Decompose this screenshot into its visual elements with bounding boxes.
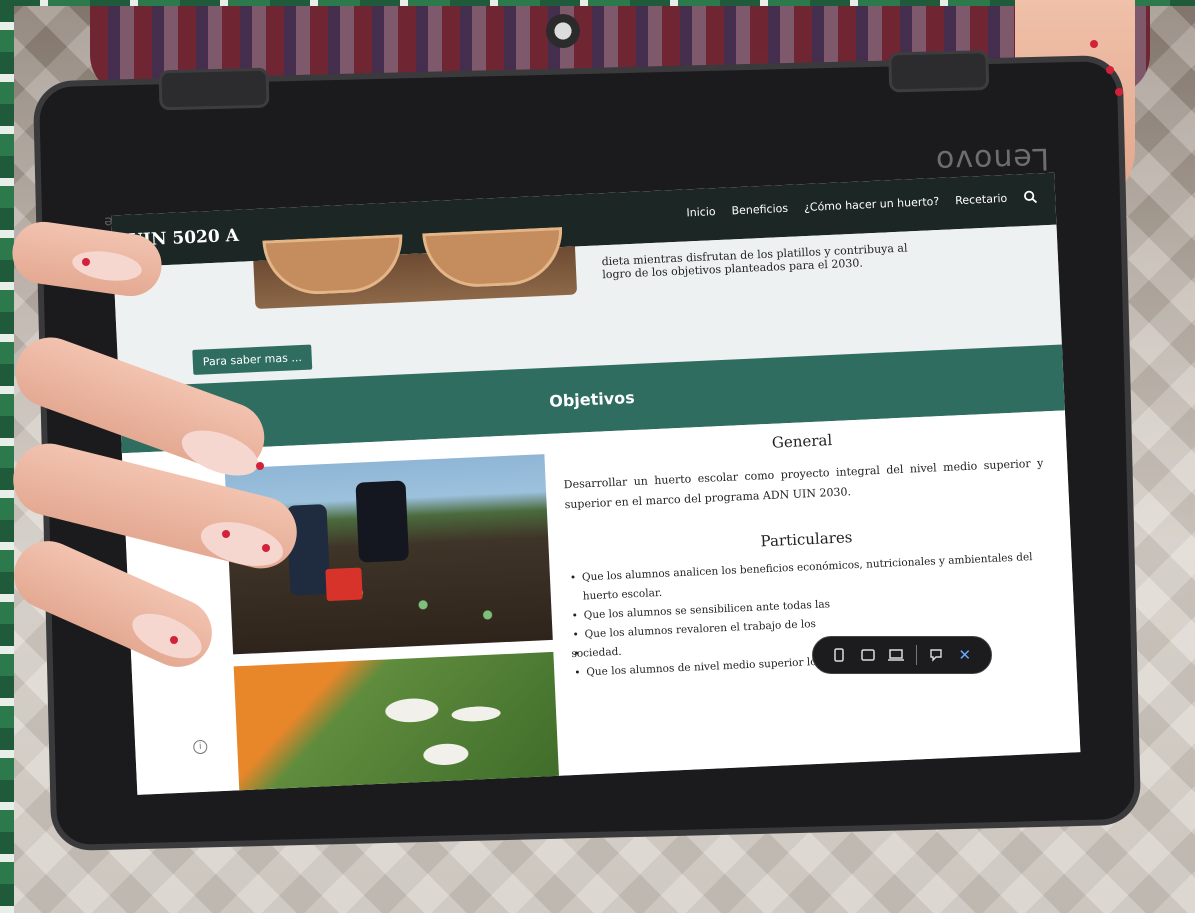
- hinge-left: [158, 67, 270, 111]
- feedback-icon[interactable]: [927, 646, 945, 664]
- nav-item-inicio[interactable]: Inicio: [686, 205, 716, 219]
- device-screen: UIN 5020 A Inicio Beneficios ¿Cómo hacer…: [111, 172, 1081, 795]
- shirt-button: [546, 14, 580, 48]
- laptop-view-icon[interactable]: [887, 646, 905, 664]
- objetivos-content: i General Desarrollar un huerto escolar …: [121, 410, 1081, 795]
- tablet-view-icon[interactable]: [859, 646, 877, 664]
- red-bucket: [325, 567, 363, 602]
- nav-item-beneficios[interactable]: Beneficios: [731, 201, 788, 217]
- device-preview-toolbar: ✕: [812, 636, 992, 674]
- nav-links: Inicio Beneficios ¿Cómo hacer un huerto?…: [686, 189, 1038, 219]
- bowl-left: [262, 234, 405, 297]
- bowls-image: [253, 227, 578, 310]
- bowl-right: [422, 227, 565, 290]
- top-paragraph: dieta mientras disfrutan de los platillo…: [601, 236, 1022, 281]
- hinge-right: [888, 50, 990, 93]
- nail-dot: [222, 530, 230, 538]
- nail-dot: [1106, 66, 1114, 74]
- nav-item-como-hacer[interactable]: ¿Cómo hacer un huerto?: [804, 194, 940, 213]
- nav-item-recetario[interactable]: Recetario: [955, 191, 1008, 206]
- nail-dot: [1090, 40, 1098, 48]
- nail-dot: [170, 636, 178, 644]
- para-saber-mas-button[interactable]: Para saber mas ...: [192, 344, 313, 375]
- general-text: Desarrollar un huerto escolar como proye…: [563, 456, 1044, 512]
- close-icon[interactable]: ✕: [956, 646, 974, 664]
- toolbar-divider: [915, 645, 917, 665]
- phone-view-icon[interactable]: [830, 646, 848, 664]
- nail-dot: [1115, 88, 1123, 96]
- info-icon[interactable]: i: [192, 739, 208, 755]
- person-2: [355, 480, 410, 563]
- nail-dot: [82, 258, 90, 266]
- objetivos-title: Objetivos: [548, 387, 636, 411]
- search-icon[interactable]: [1023, 189, 1038, 204]
- nail-dot: [256, 462, 264, 470]
- nail-dot: [262, 544, 270, 552]
- decorative-frame-left: [0, 0, 14, 913]
- vegetables-photo: [233, 651, 560, 795]
